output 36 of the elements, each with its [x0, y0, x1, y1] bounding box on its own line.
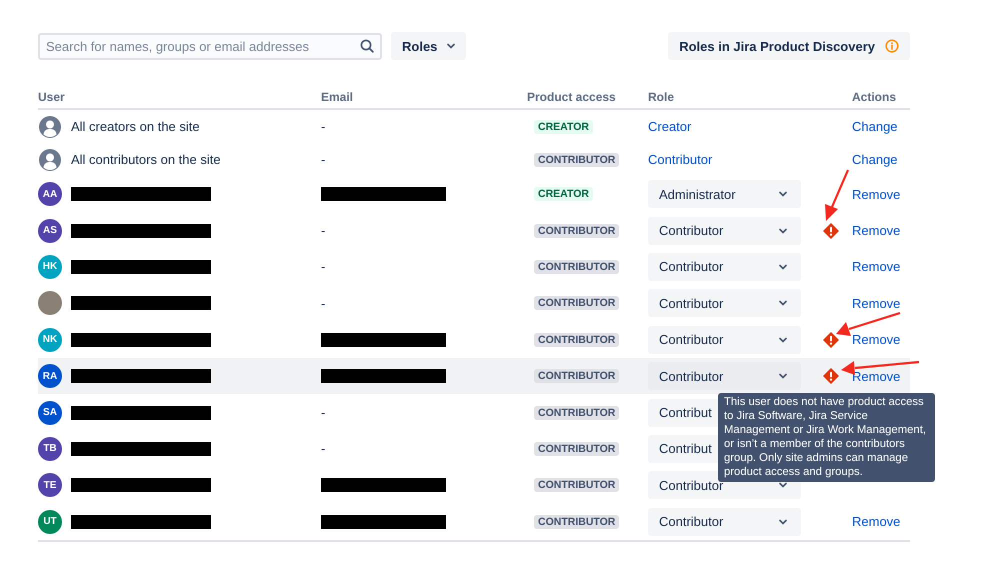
- access-lozenge: CONTRIBUTOR: [534, 152, 620, 166]
- column-header: Role: [648, 90, 676, 104]
- access-lozenge: CREATOR: [534, 187, 593, 202]
- email-text: -: [321, 441, 326, 456]
- user-avatar: SA: [38, 400, 62, 425]
- user-avatar: TB: [38, 436, 62, 461]
- user-avatar: UT: [38, 510, 62, 534]
- user-name: All creators on the site: [71, 119, 200, 134]
- access-lozenge: CONTRIBUTOR: [534, 369, 620, 384]
- user-name: All contributors on the site: [71, 152, 221, 167]
- email-text: -: [321, 223, 326, 238]
- user-avatar: AS: [38, 218, 62, 243]
- email-text: -: [321, 405, 326, 420]
- access-lozenge: CONTRIBUTOR: [534, 260, 620, 274]
- email-text: -: [321, 152, 326, 167]
- tooltip: This user does not have product access to Jira Software, Jira Service Management or Jira Work Management, or isn’t a member of the contributors group. Only site admins can manage product access and groups.: [718, 392, 935, 482]
- access-lozenge: CONTRIBUTOR: [534, 296, 620, 310]
- access-lozenge: CONTRIBUTOR: [534, 478, 620, 492]
- column-header: Product access: [527, 90, 617, 104]
- access-lozenge: CONTRIBUTOR: [534, 406, 620, 420]
- user-avatar: AA: [38, 182, 62, 206]
- column-header: Actions: [852, 90, 898, 104]
- email-text: -: [321, 296, 326, 311]
- access-lozenge: CONTRIBUTOR: [534, 224, 620, 238]
- user-avatar: RA: [38, 364, 62, 388]
- access-lozenge: CREATOR: [534, 120, 593, 134]
- access-lozenge: CONTRIBUTOR: [534, 442, 620, 456]
- column-header: User: [38, 90, 66, 104]
- column-header: Email: [321, 90, 354, 104]
- user-avatar: HK: [38, 254, 62, 279]
- user-avatar: TE: [38, 473, 62, 498]
- user-avatar: NK: [38, 328, 62, 352]
- email-text: -: [321, 119, 326, 134]
- access-lozenge: CONTRIBUTOR: [534, 332, 620, 347]
- access-lozenge: CONTRIBUTOR: [534, 514, 620, 529]
- email-text: -: [321, 259, 326, 274]
